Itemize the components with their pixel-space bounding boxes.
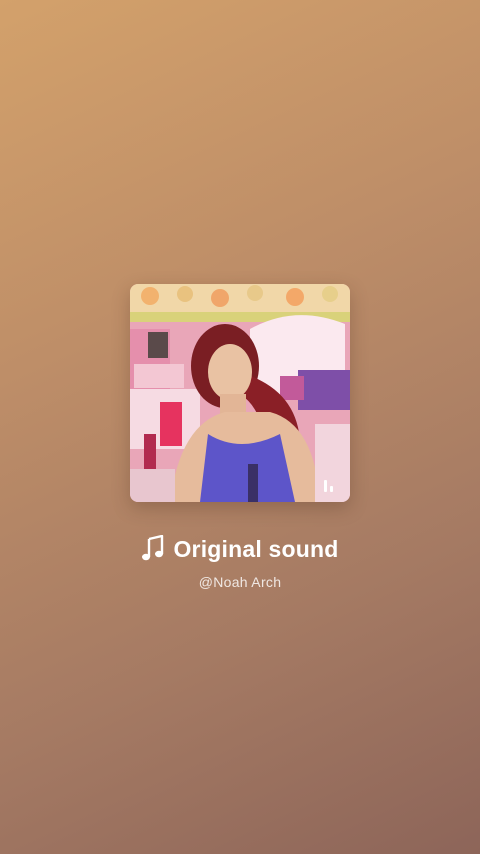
sound-title: Original sound: [173, 535, 339, 562]
music-note-icon: [142, 535, 164, 561]
cover-image: [130, 284, 350, 502]
sound-title-row[interactable]: Original sound: [0, 535, 480, 563]
audio-bars-icon: [324, 476, 338, 492]
sound-author[interactable]: @Noah Arch: [0, 574, 480, 590]
sound-cover-art[interactable]: [130, 284, 350, 502]
